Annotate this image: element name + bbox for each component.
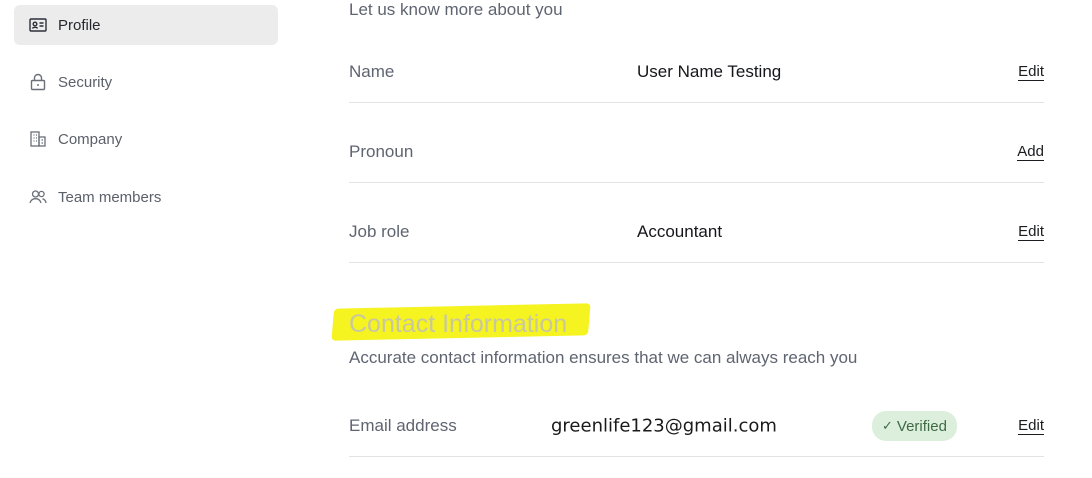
email-row: Email address greenlife123@gmail.com ✓ V… bbox=[349, 396, 1044, 457]
email-value: greenlife123@gmail.com bbox=[551, 415, 777, 437]
settings-sidebar: Profile Security Company Team members bbox=[0, 0, 300, 478]
edit-job-role-button[interactable]: Edit bbox=[1018, 223, 1044, 241]
verified-label: Verified bbox=[896, 417, 947, 435]
contact-subtitle: Accurate contact information ensures tha… bbox=[349, 348, 858, 367]
sidebar-item-label: Security bbox=[58, 73, 113, 91]
name-value: User Name Testing bbox=[637, 62, 782, 81]
id-card-icon bbox=[28, 15, 48, 35]
pronoun-label: Pronoun bbox=[349, 142, 414, 161]
verified-badge: ✓ Verified bbox=[872, 411, 957, 441]
sidebar-item-label: Team members bbox=[58, 188, 162, 206]
users-icon bbox=[28, 187, 48, 207]
profile-content: Let us know more about you Name User Nam… bbox=[331, 0, 1045, 478]
add-pronoun-button[interactable]: Add bbox=[1017, 143, 1044, 161]
name-row: Name User Name Testing Edit bbox=[349, 42, 1044, 103]
lock-icon bbox=[28, 72, 48, 92]
sidebar-item-profile[interactable]: Profile bbox=[14, 5, 278, 45]
job-role-label: Job role bbox=[349, 222, 410, 241]
pronoun-row: Pronoun Add bbox=[349, 122, 1044, 183]
check-icon: ✓ bbox=[882, 418, 893, 433]
edit-email-button[interactable]: Edit bbox=[1018, 417, 1044, 435]
job-role-value: Accountant bbox=[637, 222, 723, 241]
edit-name-button[interactable]: Edit bbox=[1018, 63, 1044, 81]
section-intro: Let us know more about you bbox=[349, 0, 563, 19]
sidebar-item-company[interactable]: Company bbox=[14, 119, 278, 159]
job-role-row: Job role Accountant Edit bbox=[349, 202, 1044, 263]
email-label: Email address bbox=[349, 416, 457, 435]
sidebar-item-label: Company bbox=[58, 130, 123, 148]
contact-title: Contact Information bbox=[349, 310, 568, 338]
sidebar-item-security[interactable]: Security bbox=[14, 62, 278, 102]
sidebar-item-label: Profile bbox=[58, 16, 101, 34]
contact-section-heading: Contact Information bbox=[331, 302, 591, 342]
building-icon bbox=[28, 129, 48, 149]
name-label: Name bbox=[349, 62, 395, 81]
sidebar-item-team-members[interactable]: Team members bbox=[14, 177, 278, 217]
